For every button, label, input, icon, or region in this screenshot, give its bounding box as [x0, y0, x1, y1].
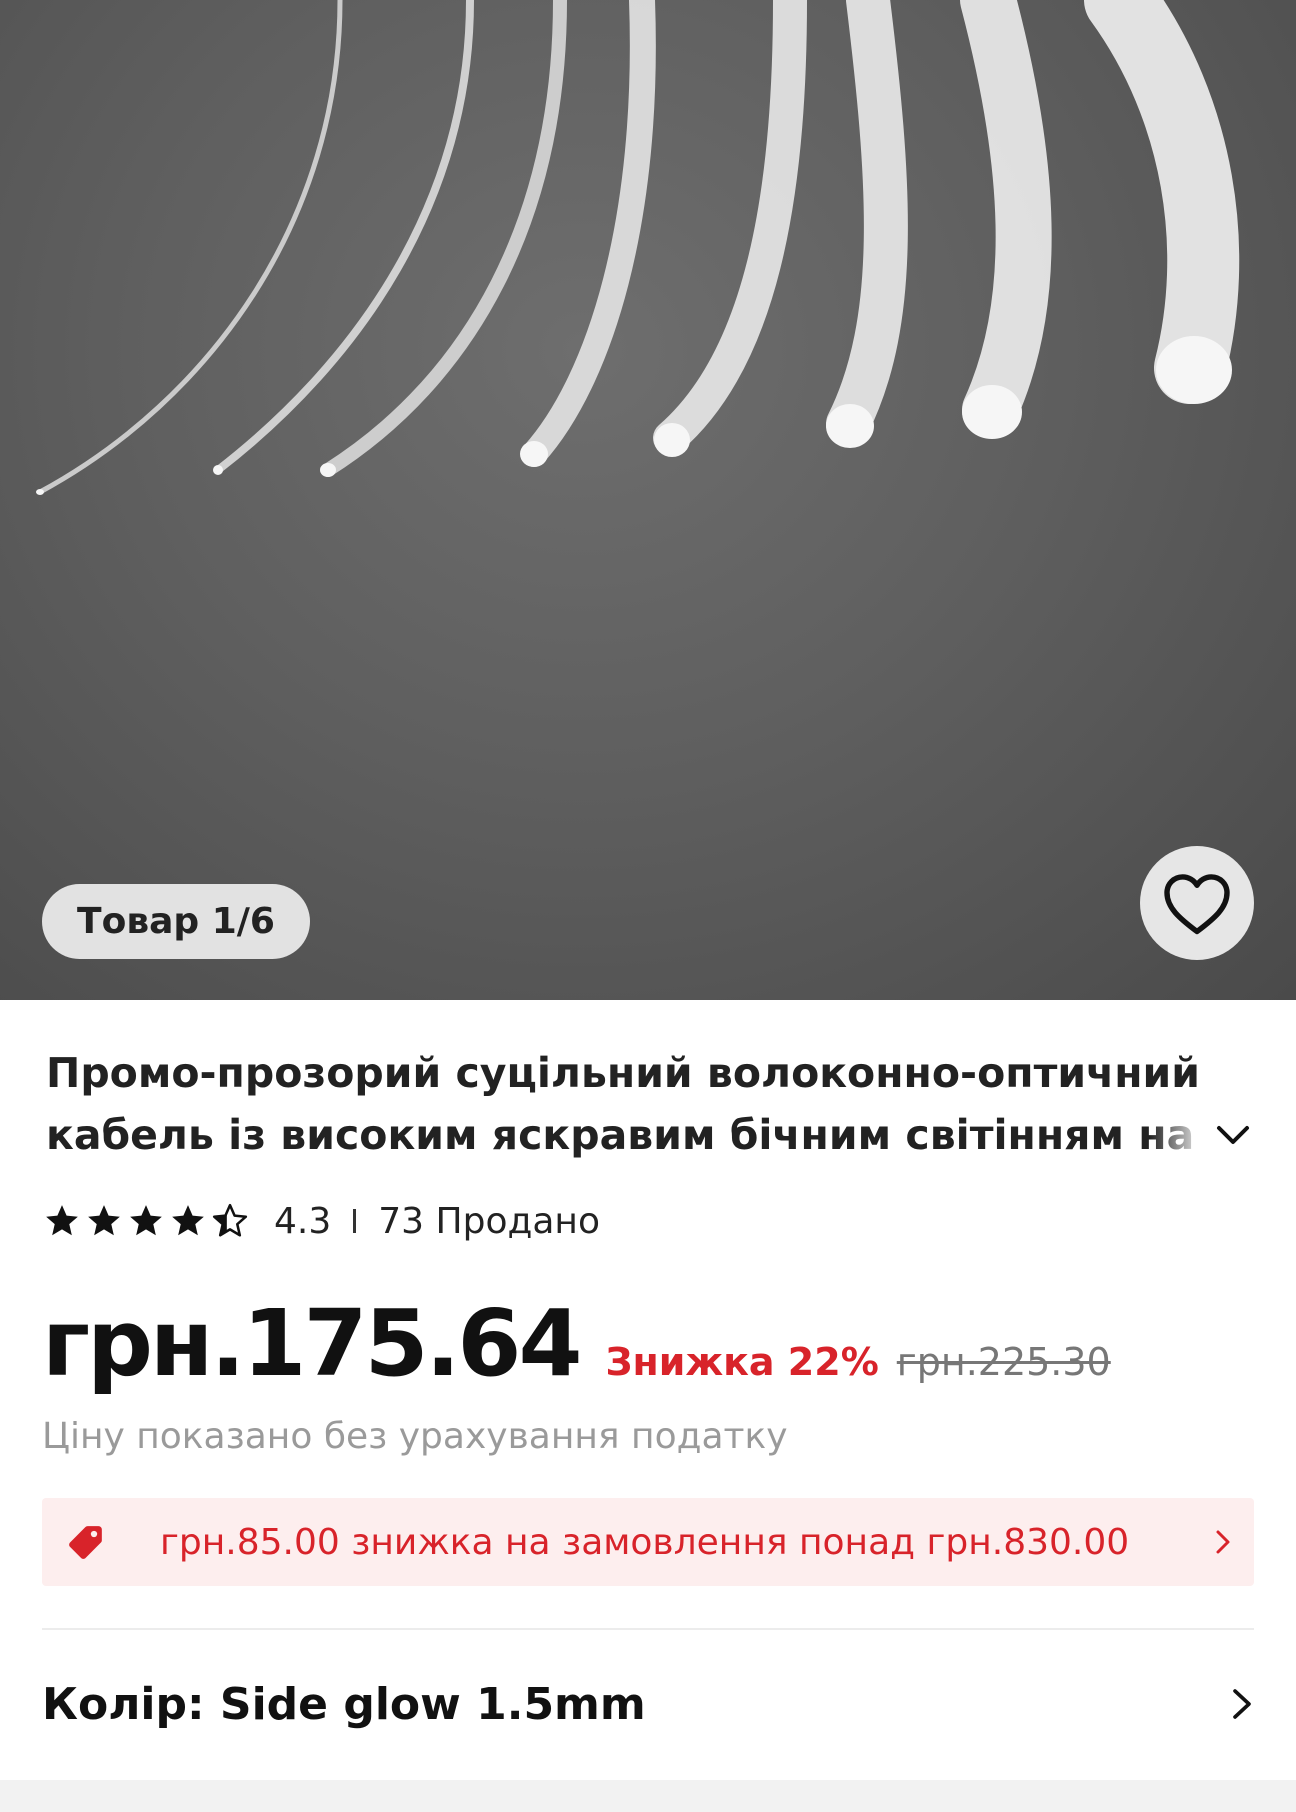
sold-count: 73 Продано: [378, 1200, 600, 1242]
color-selector-row[interactable]: Колір: Side glow 1.5mm: [42, 1660, 1254, 1748]
heart-outline-icon: [1164, 874, 1230, 935]
price-tag-icon: [69, 1526, 102, 1559]
rating-stars: [42, 1202, 252, 1240]
image-counter-label: Товар 1/6: [77, 901, 275, 942]
star-filled-icon: [172, 1205, 204, 1236]
next-section-strip: [0, 1780, 1296, 1812]
rating-value: 4.3: [274, 1200, 332, 1242]
star-filled-icon: [130, 1205, 162, 1236]
star-partial-icon: [212, 1203, 248, 1237]
wishlist-button[interactable]: [1140, 846, 1254, 960]
product-image-gallery[interactable]: Товар 1/6: [0, 0, 1296, 1000]
rating-separator: [353, 1209, 357, 1233]
chevron-down-icon: [1217, 1126, 1249, 1144]
star-filled-icon: [46, 1205, 78, 1236]
price-row: грн.175.64 Знижка 22% грн.225.30: [42, 1290, 1111, 1400]
star-filled-icon: [88, 1205, 120, 1236]
current-price: грн.175.64: [42, 1290, 582, 1397]
section-divider: [42, 1628, 1254, 1630]
image-counter-badge: Товар 1/6: [42, 884, 310, 959]
chevron-right-icon: [1216, 1530, 1230, 1554]
rating-row[interactable]: 4.3 73 Продано: [42, 1196, 600, 1246]
original-price: грн.225.30: [896, 1340, 1111, 1384]
selected-color-label: Колір: Side glow 1.5mm: [42, 1678, 646, 1730]
discount-badge: Знижка 22%: [605, 1340, 879, 1384]
product-photo: [36, 0, 1240, 495]
chevron-right-icon: [1233, 1689, 1251, 1719]
product-title: Промо-прозорий суцільний волоконно-оптич…: [46, 1049, 1200, 1159]
title-expand-button[interactable]: [1210, 1112, 1256, 1158]
tax-note: Ціну показано без урахування податку: [42, 1416, 788, 1457]
coupon-banner[interactable]: грн.85.00 знижка на замовлення понад грн…: [42, 1498, 1254, 1586]
coupon-text: грн.85.00 знижка на замовлення понад грн…: [160, 1521, 1130, 1563]
